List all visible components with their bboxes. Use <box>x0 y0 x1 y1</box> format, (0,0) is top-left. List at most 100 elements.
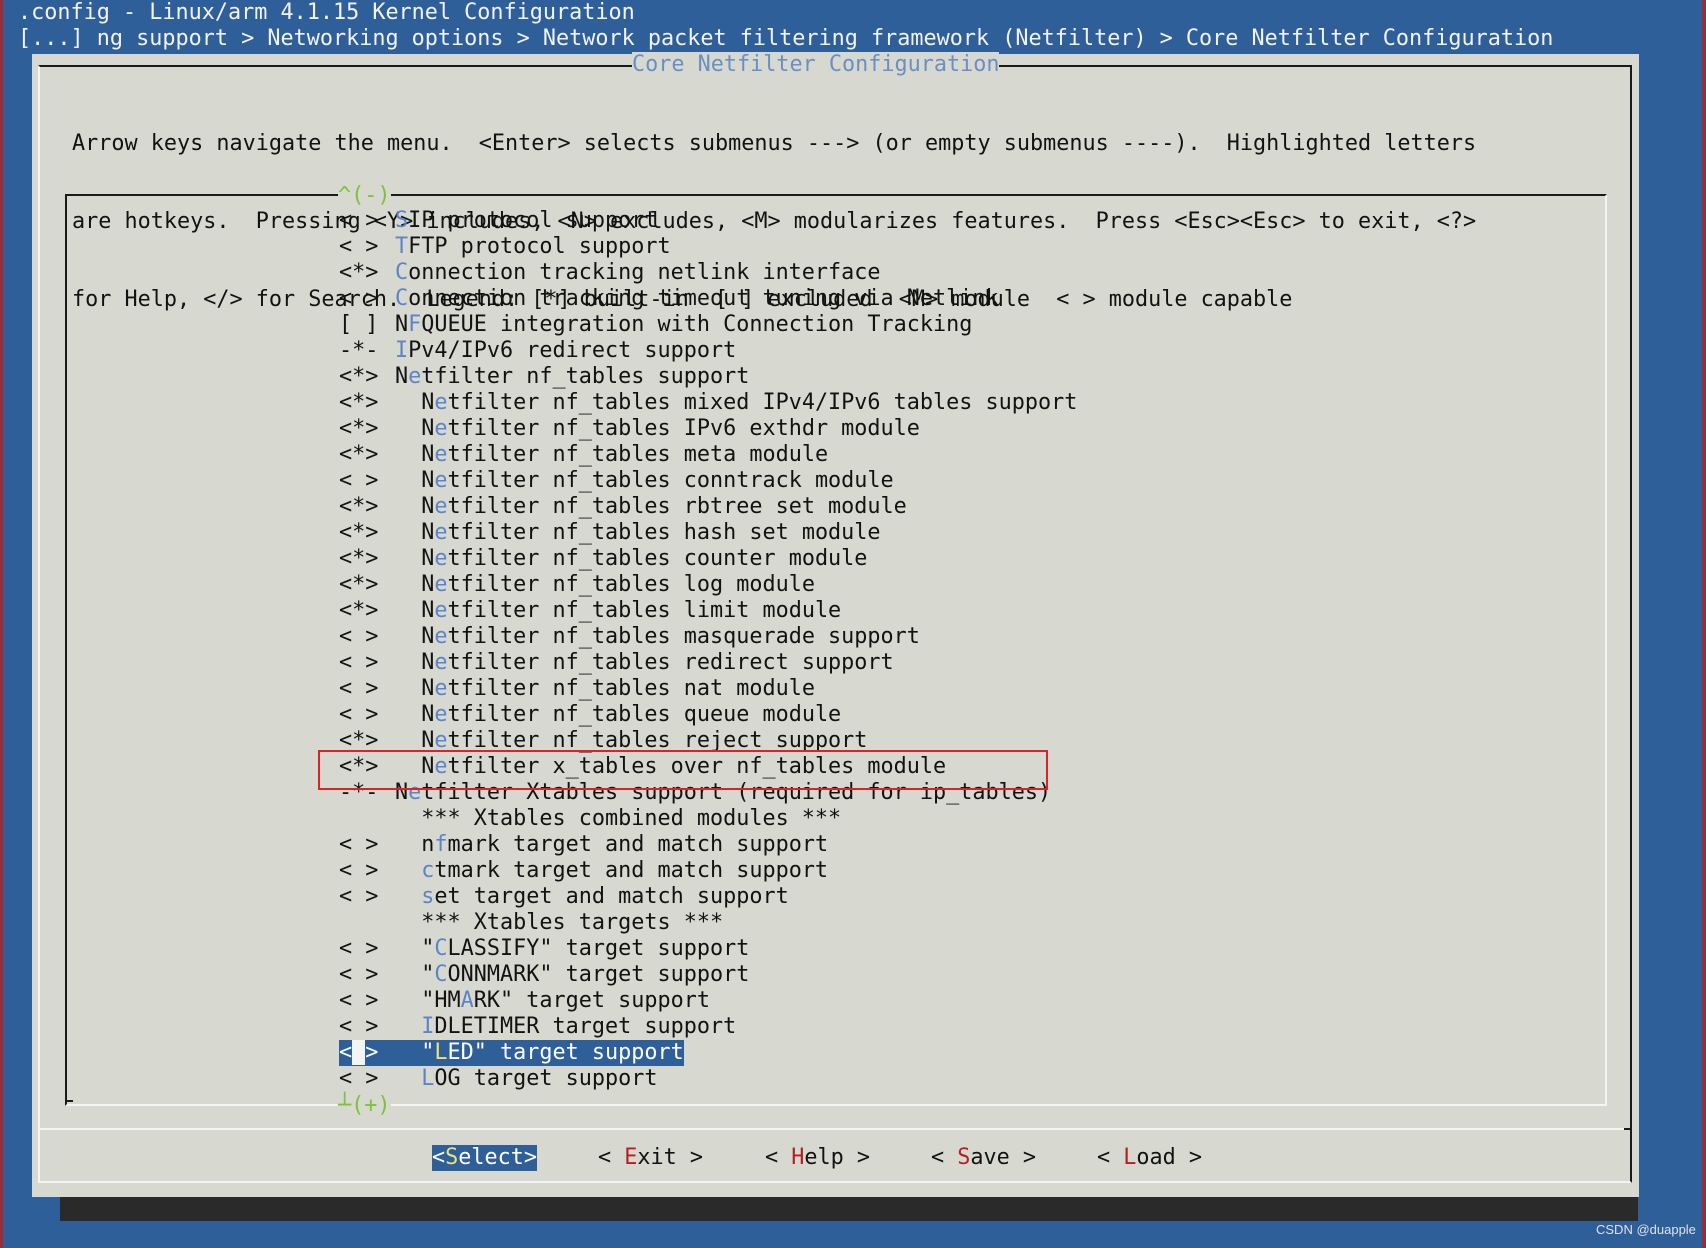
menu-item-body: <*> Netfilter nf_tables support <box>339 364 749 390</box>
menu-item-body: <*> Netfilter nf_tables hash set module <box>339 520 881 546</box>
menu-item-state[interactable]: <*> <box>339 520 395 546</box>
menu-item[interactable]: [ ] NFQUEUE integration with Connection T… <box>339 312 1077 338</box>
scroll-down-indicator[interactable]: ┴(+) <box>338 1093 391 1119</box>
menu-item[interactable]: <*> Netfilter nf_tables support <box>339 364 1077 390</box>
menu-item[interactable]: < > Netfilter nf_tables conntrack module <box>339 468 1077 494</box>
menu-item[interactable]: -*- Netfilter Xtables support (required f… <box>339 780 1077 806</box>
menu-item-body: < > Netfilter nf_tables masquerade suppo… <box>339 624 920 650</box>
menu-item[interactable]: <*> Netfilter nf_tables rbtree set modul… <box>339 494 1077 520</box>
menu-item-state[interactable]: < > <box>339 1014 395 1040</box>
menu-item[interactable]: <*> Netfilter nf_tables mixed IPv4/IPv6 … <box>339 390 1077 416</box>
menu-item-state[interactable]: < > <box>339 988 395 1014</box>
menu-item-label: Netfilter nf_tables nat module <box>421 676 815 701</box>
menu-item[interactable]: <*> Connection tracking netlink interface <box>339 260 1077 286</box>
menu-item-label: SIP protocol support <box>395 208 658 233</box>
menu-item[interactable]: <*> Netfilter nf_tables IPv6 exthdr modu… <box>339 416 1077 442</box>
menu-item-state[interactable]: <*> <box>339 572 395 598</box>
menu-item-state[interactable]: < > <box>339 208 395 234</box>
exit-button[interactable]: < Exit > <box>598 1145 703 1171</box>
menu-item-state[interactable]: < > <box>339 702 395 728</box>
menu-item[interactable]: < > "CONNMARK" target support <box>339 962 1077 988</box>
menu-item[interactable]: < > IDLETIMER target support <box>339 1014 1077 1040</box>
menu-item[interactable]: <*> Netfilter nf_tables limit module <box>339 598 1077 624</box>
menu-item-body: < > nfmark target and match support <box>339 832 828 858</box>
menu-item-state[interactable]: < > <box>339 286 395 312</box>
menu-item-state[interactable]: <*> <box>339 416 395 442</box>
menu-item-state[interactable]: <*> <box>339 260 395 286</box>
menu-item-state[interactable]: < > <box>339 884 395 910</box>
menu-item-state[interactable]: <*> <box>339 364 395 390</box>
menu-item-body: < > "HMARK" target support <box>339 988 710 1014</box>
menu-item[interactable]: <*> Netfilter nf_tables hash set module <box>339 520 1077 546</box>
menu-item-state[interactable]: < > <box>339 468 395 494</box>
menu-item[interactable]: <*> Netfilter x_tables over nf_tables mo… <box>339 754 1077 780</box>
menu-item[interactable]: < > "CLASSIFY" target support <box>339 936 1077 962</box>
menu-item-body: <*> Netfilter nf_tables mixed IPv4/IPv6 … <box>339 390 1077 416</box>
menu-item-state[interactable]: <*> <box>339 494 395 520</box>
menu-item[interactable]: < > TFTP protocol support <box>339 234 1077 260</box>
menu-item[interactable]: < > ctmark target and match support <box>339 858 1077 884</box>
menu-item-state[interactable]: <*> <box>339 728 395 754</box>
menu-item-state[interactable]: < > <box>339 234 395 260</box>
menu-item-state[interactable]: < > <box>339 832 395 858</box>
menu-item[interactable]: -*- IPv4/IPv6 redirect support <box>339 338 1077 364</box>
menu-item[interactable]: < > SIP protocol support <box>339 208 1077 234</box>
menu-item-state[interactable]: -*- <box>339 780 395 806</box>
menu-item-body: < > Netfilter nf_tables nat module <box>339 676 815 702</box>
menu-item[interactable]: < > LOG target support <box>339 1066 1077 1092</box>
hotkey-letter: e <box>408 780 422 805</box>
menu-item-state[interactable]: < > <box>339 1040 395 1066</box>
menu-item-state[interactable]: < > <box>339 858 395 884</box>
menu-item[interactable]: *** Xtables combined modules *** <box>339 806 1077 832</box>
menu-item-body: < > ctmark target and match support <box>339 858 828 884</box>
window-title: .config - Linux/arm 4.1.15 Kernel Config… <box>18 0 635 25</box>
hotkey-letter: I <box>421 1014 435 1039</box>
menu-item[interactable]: < > Netfilter nf_tables masquerade suppo… <box>339 624 1077 650</box>
save-button[interactable]: < Save > <box>931 1145 1036 1171</box>
menu-item-label: "CLASSIFY" target support <box>421 936 750 961</box>
load-button[interactable]: < Load > <box>1097 1145 1202 1171</box>
select-button[interactable]: <Select> <box>432 1145 537 1171</box>
menu-item-state[interactable]: <*> <box>339 754 395 780</box>
menu-item[interactable]: < > nfmark target and match support <box>339 832 1077 858</box>
menu-item[interactable]: <*> Netfilter nf_tables meta module <box>339 442 1077 468</box>
menu-item-selected[interactable]: < > "LED" target support <box>339 1040 1077 1066</box>
menu-item-state[interactable]: <*> <box>339 546 395 572</box>
menu-item-state[interactable]: < > <box>339 650 395 676</box>
menu-item-label: TFTP protocol support <box>395 234 671 259</box>
menu-list: < > SIP protocol support < > TFTP protocol … <box>339 208 1077 1092</box>
menu-item-state[interactable]: < > <box>339 962 395 988</box>
menu-item[interactable]: < > Netfilter nf_tables nat module <box>339 676 1077 702</box>
menu-item[interactable]: < > set target and match support <box>339 884 1077 910</box>
menu-item[interactable]: <*> Netfilter nf_tables reject support <box>339 728 1077 754</box>
menu-item[interactable]: <*> Netfilter nf_tables log module <box>339 572 1077 598</box>
menu-item-label: Netfilter x_tables over nf_tables module <box>421 754 947 779</box>
menu-item-label: Netfilter nf_tables support <box>395 364 750 389</box>
menu-item-state[interactable]: [ ] <box>339 312 395 338</box>
menu-item-state[interactable]: < > <box>339 936 395 962</box>
hotkey-letter: e <box>434 416 448 441</box>
help-button[interactable]: < Help > <box>765 1145 870 1171</box>
menu-item[interactable]: <*> Netfilter nf_tables counter module <box>339 546 1077 572</box>
scroll-up-indicator[interactable]: ^(-) <box>338 183 391 209</box>
menu-item[interactable]: < > Netfilter nf_tables redirect support <box>339 650 1077 676</box>
text-cursor <box>352 1040 366 1065</box>
menu-item-state[interactable]: -*- <box>339 338 395 364</box>
menu-item-body: <*> Netfilter nf_tables IPv6 exthdr modu… <box>339 416 920 442</box>
menu-item-body: *** Xtables targets *** <box>339 910 723 936</box>
menu-item[interactable]: < > Netfilter nf_tables queue module <box>339 702 1077 728</box>
menu-item-label: Netfilter nf_tables queue module <box>421 702 842 727</box>
menu-item[interactable]: < > "HMARK" target support <box>339 988 1077 1014</box>
menu-item-label: Netfilter nf_tables meta module <box>421 442 829 467</box>
menu-item-body: *** Xtables combined modules *** <box>339 806 841 832</box>
menu-item[interactable]: < > Connection tracking timeout tuning vi… <box>339 286 1077 312</box>
menu-item-label: Netfilter nf_tables redirect support <box>421 650 894 675</box>
menu-item-state[interactable]: <*> <box>339 598 395 624</box>
menu-item-state[interactable]: < > <box>339 1066 395 1092</box>
menu-item[interactable]: *** Xtables targets *** <box>339 910 1077 936</box>
menu-item-state[interactable]: < > <box>339 676 395 702</box>
menu-item-state[interactable]: <*> <box>339 442 395 468</box>
menu-item-state[interactable]: <*> <box>339 390 395 416</box>
menu-item-body: [ ] NFQUEUE integration with Connection T… <box>339 312 972 338</box>
menu-item-state[interactable]: < > <box>339 624 395 650</box>
